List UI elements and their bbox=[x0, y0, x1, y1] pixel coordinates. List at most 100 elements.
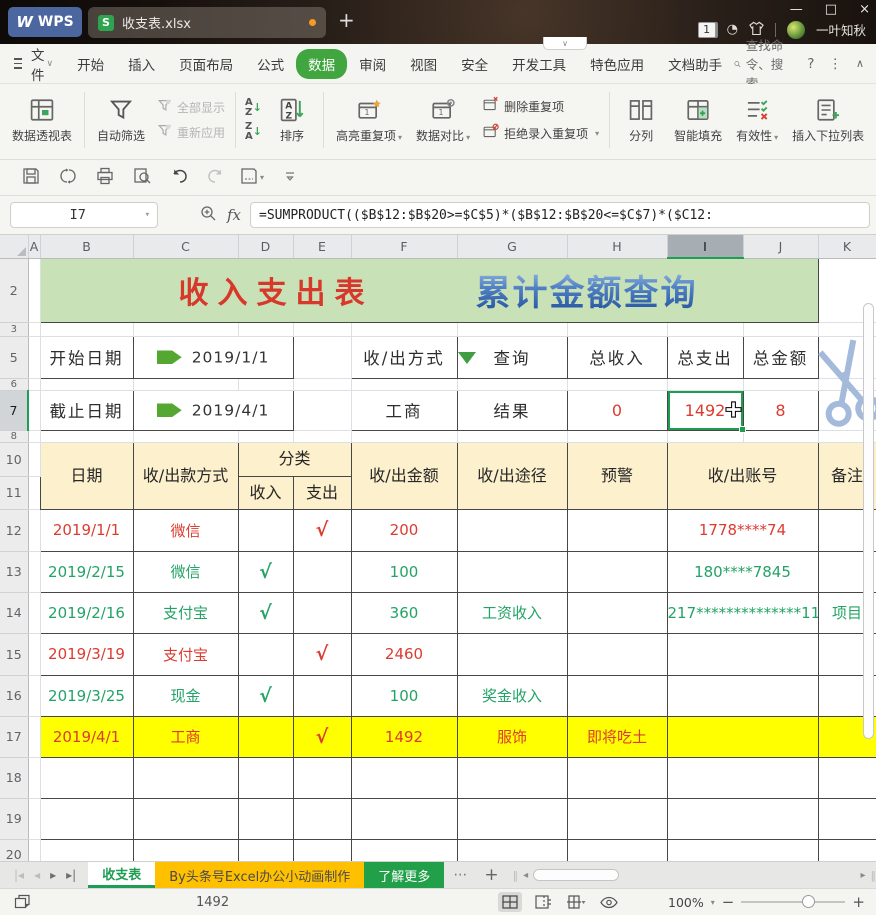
header-income[interactable]: 收入 bbox=[238, 476, 293, 509]
cell-A16[interactable] bbox=[28, 675, 40, 716]
cell[interactable] bbox=[40, 378, 133, 390]
row-header-2[interactable]: 2 bbox=[0, 258, 28, 322]
row-header-15[interactable]: 15 bbox=[0, 633, 28, 675]
vertical-scrollbar[interactable] bbox=[863, 303, 874, 739]
cell-A11[interactable] bbox=[28, 476, 40, 509]
cell-alert-20[interactable] bbox=[567, 839, 667, 861]
cell[interactable] bbox=[567, 430, 667, 442]
header-alert[interactable]: 预警 bbox=[567, 442, 667, 509]
sort-az-icon[interactable]: AZ↓ bbox=[245, 98, 262, 118]
sheet-mode-icon[interactable] bbox=[14, 894, 31, 910]
sheet-list-button[interactable]: ⋯ bbox=[444, 862, 476, 888]
cell-amount-15[interactable]: 2460 bbox=[351, 633, 457, 675]
new-tab-button[interactable]: + bbox=[338, 10, 355, 30]
row-header-10[interactable]: 10 bbox=[0, 442, 28, 476]
header-via[interactable]: 收/出途径 bbox=[457, 442, 567, 509]
menu-item-文档助手[interactable]: 文档助手 bbox=[656, 49, 734, 79]
cell[interactable] bbox=[457, 378, 567, 390]
formula-bar-expand-button[interactable]: ∨ bbox=[543, 37, 587, 50]
cell-method-19[interactable] bbox=[133, 798, 238, 839]
column-header-C[interactable]: C bbox=[133, 235, 238, 258]
cell-via-19[interactable] bbox=[457, 798, 567, 839]
cell-expense-check-15[interactable]: √ bbox=[293, 633, 351, 675]
redo-button[interactable] bbox=[205, 167, 227, 189]
cell[interactable] bbox=[28, 322, 40, 336]
cell-A10[interactable] bbox=[28, 442, 40, 476]
cell-A19[interactable] bbox=[28, 798, 40, 839]
undo-button[interactable] bbox=[168, 167, 190, 189]
cell-date-12[interactable]: 2019/1/1 bbox=[40, 509, 133, 551]
cell-E7[interactable] bbox=[293, 390, 351, 430]
cell-amount-20[interactable] bbox=[351, 839, 457, 861]
ribbon-button-分列[interactable]: 分列 bbox=[616, 93, 666, 147]
row-header-14[interactable]: 14 bbox=[0, 592, 28, 633]
hscroll-left-arrow[interactable]: ◂ bbox=[523, 870, 528, 881]
insert-function-icon[interactable] bbox=[200, 205, 217, 226]
cell-account-16[interactable] bbox=[667, 675, 818, 716]
ribbon-button-删除重复项[interactable]: 删除重复项 bbox=[482, 96, 599, 116]
cell-method-20[interactable] bbox=[133, 839, 238, 861]
more-menu-button[interactable]: ⋮ bbox=[828, 56, 842, 72]
cell-amount-18[interactable] bbox=[351, 757, 457, 798]
dropdown-triangle-icon[interactable] bbox=[458, 352, 476, 364]
sort-za-icon[interactable]: ZA↓ bbox=[245, 122, 262, 142]
cell[interactable] bbox=[351, 378, 457, 390]
ribbon-button-拒绝录入重复项[interactable]: 拒绝录入重复项▾ bbox=[482, 123, 599, 143]
column-header-J[interactable]: J bbox=[743, 235, 818, 258]
cell-method-16[interactable]: 现金 bbox=[133, 675, 238, 716]
cell-G7-result-label[interactable]: 结果 bbox=[457, 390, 567, 430]
add-sheet-button[interactable]: + bbox=[476, 862, 506, 888]
cell-account-12[interactable]: 1778****74 bbox=[667, 509, 818, 551]
row-header-7[interactable]: 7 bbox=[0, 390, 28, 430]
sheet-tab-了解更多[interactable]: 了解更多 bbox=[364, 862, 444, 888]
row-header-13[interactable]: 13 bbox=[0, 551, 28, 592]
cell[interactable] bbox=[28, 378, 40, 390]
output-button[interactable] bbox=[57, 167, 79, 189]
ribbon-button-全部显示[interactable]: 全部显示 bbox=[157, 98, 225, 116]
cell[interactable] bbox=[351, 322, 457, 336]
window-count-badge[interactable]: 1 bbox=[698, 22, 716, 38]
cell-A7[interactable] bbox=[28, 390, 40, 430]
header-method[interactable]: 收/出款方式 bbox=[133, 442, 238, 509]
row-header-19[interactable]: 19 bbox=[0, 798, 28, 839]
cell-expense-check-13[interactable] bbox=[293, 551, 351, 592]
cell-alert-17[interactable]: 即将吃土 bbox=[567, 716, 667, 757]
select-all-corner[interactable] bbox=[0, 235, 28, 258]
cell-A14[interactable] bbox=[28, 592, 40, 633]
cell-via-18[interactable] bbox=[457, 757, 567, 798]
cell-alert-12[interactable] bbox=[567, 509, 667, 551]
header-category[interactable]: 分类 bbox=[238, 442, 351, 476]
hamburger-icon[interactable] bbox=[14, 58, 22, 69]
menu-item-插入[interactable]: 插入 bbox=[116, 49, 167, 79]
hscroll-right-arrow[interactable]: ▸ bbox=[860, 870, 865, 881]
cell[interactable] bbox=[667, 430, 743, 442]
cell-A15[interactable] bbox=[28, 633, 40, 675]
cell-H7-total-income[interactable]: 0 bbox=[567, 390, 667, 430]
next-sheet-button[interactable]: ▸ bbox=[50, 868, 56, 882]
cell-note-19[interactable] bbox=[818, 798, 876, 839]
cell-account-14[interactable]: 217**************11 bbox=[667, 592, 818, 633]
menu-item-数据[interactable]: 数据 bbox=[296, 49, 347, 79]
cell-account-20[interactable] bbox=[667, 839, 818, 861]
cell-alert-13[interactable] bbox=[567, 551, 667, 592]
ribbon-button-数据透视表[interactable]: 数据透视表 bbox=[6, 93, 78, 147]
ribbon-button-合并计算[interactable]: 合并计算 bbox=[872, 93, 876, 147]
column-header-F[interactable]: F bbox=[351, 235, 457, 258]
cell-F7-method-value[interactable]: 工商 bbox=[351, 390, 457, 430]
zoom-slider-thumb[interactable] bbox=[802, 895, 815, 908]
cell-via-20[interactable] bbox=[457, 839, 567, 861]
cell-C5-start-date[interactable]: 2019/1/1 bbox=[133, 336, 293, 378]
cell-income-check-18[interactable] bbox=[238, 757, 293, 798]
sheet-tab-收支表[interactable]: 收支表 bbox=[88, 862, 155, 888]
formula-input[interactable]: =SUMPRODUCT(($B$12:$B$20>=$C$5)*($B$12:$… bbox=[250, 202, 870, 228]
row-header-hidden[interactable]: 6 bbox=[0, 378, 28, 390]
ribbon-button-重新应用[interactable]: 重新应用 bbox=[157, 123, 225, 141]
ribbon-button-排序[interactable]: AZ排序 bbox=[267, 93, 317, 147]
cell-expense-check-12[interactable]: √ bbox=[293, 509, 351, 551]
first-sheet-button[interactable]: |◂ bbox=[14, 868, 24, 882]
cell-C7-end-date[interactable]: 2019/4/1 bbox=[133, 390, 293, 430]
cell-date-19[interactable] bbox=[40, 798, 133, 839]
cell-date-18[interactable] bbox=[40, 757, 133, 798]
ribbon-button-有效性[interactable]: 有效性▾ bbox=[730, 93, 784, 147]
cell-via-15[interactable] bbox=[457, 633, 567, 675]
